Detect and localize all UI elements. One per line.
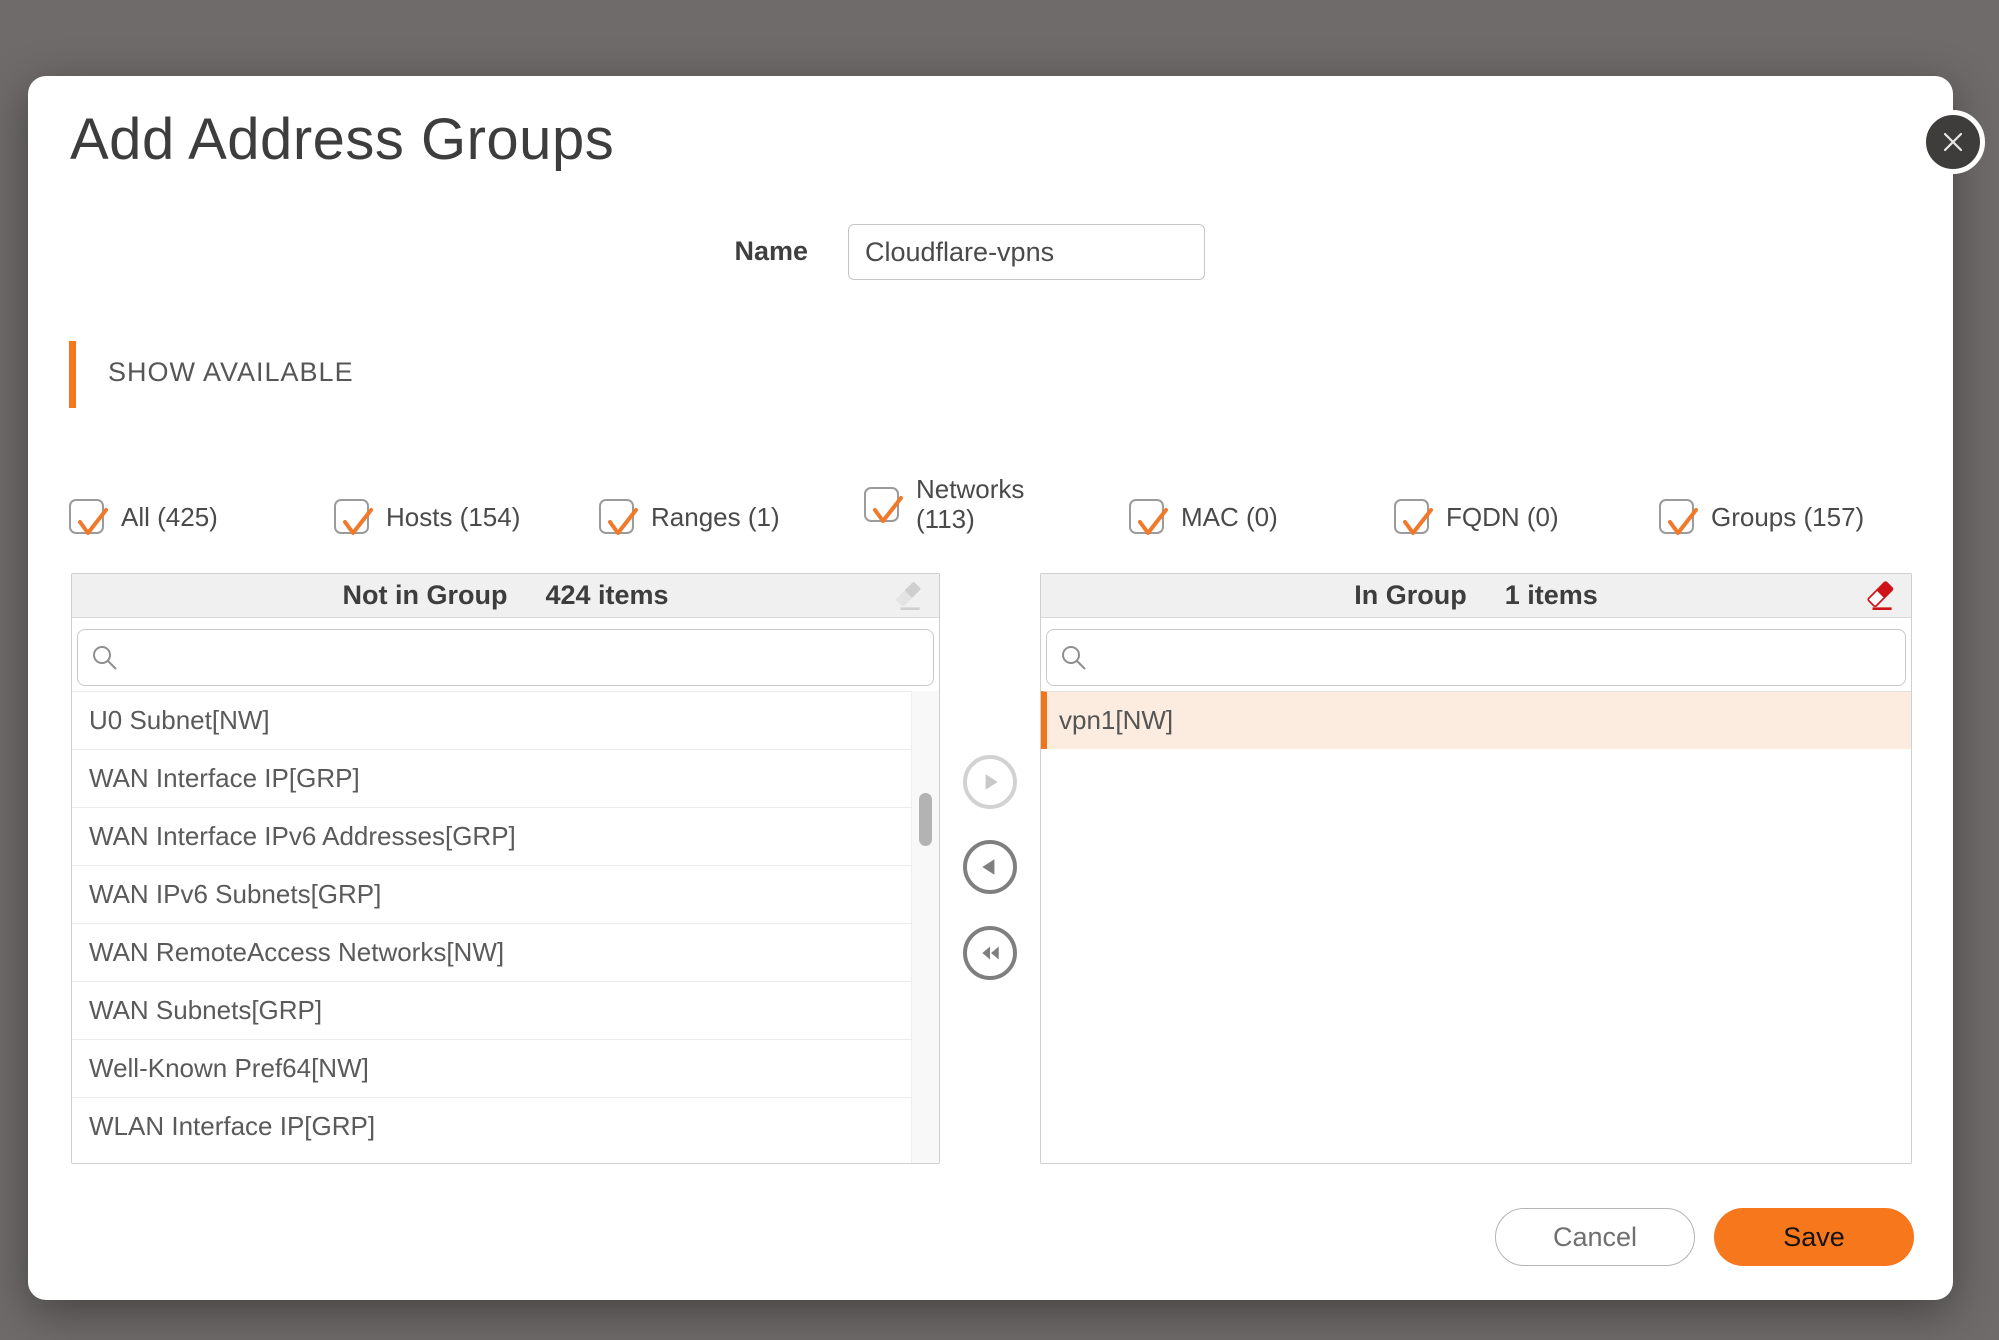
filter-label: MAC (0)	[1181, 502, 1278, 532]
add-address-groups-dialog: Add Address Groups Name SHOW AVAILABLE A…	[28, 76, 1953, 1300]
checkbox-checked-icon[interactable]	[334, 499, 369, 534]
not-in-group-search-input[interactable]	[128, 630, 933, 685]
filter-checkbox-item[interactable]: Networks (113)	[864, 474, 1129, 534]
not-in-group-header: Not in Group 424 items	[72, 574, 939, 618]
arrow-right-icon	[979, 771, 1001, 793]
list-item-selected[interactable]: vpn1[NW]	[1041, 691, 1911, 749]
in-group-list: vpn1[NW]	[1041, 691, 1911, 1163]
filter-label: FQDN (0)	[1446, 502, 1559, 532]
eraser-icon	[1863, 578, 1899, 614]
filter-label: Hosts (154)	[386, 502, 520, 532]
search-icon	[1059, 643, 1089, 673]
list-item[interactable]: WAN RemoteAccess Networks[NW]	[72, 923, 911, 981]
list-item[interactable]: WAN Interface IPv6 Addresses[GRP]	[72, 807, 911, 865]
list-item[interactable]: U0 Subnet[NW]	[72, 691, 911, 749]
filter-checkbox-item[interactable]: Ranges (1)	[599, 499, 864, 534]
list-item-label: vpn1[NW]	[1059, 705, 1173, 736]
list-item[interactable]: WAN IPv6 Subnets[GRP]	[72, 865, 911, 923]
list-item-label: WAN RemoteAccess Networks[NW]	[89, 937, 504, 968]
not-in-group-count: 424 items	[545, 580, 668, 611]
move-right-button[interactable]	[963, 755, 1017, 809]
filter-label: All (425)	[121, 502, 218, 532]
checkbox-checked-icon[interactable]	[1659, 499, 1694, 534]
filter-row: All (425) Hosts (154) Ranges (1)	[69, 458, 1924, 534]
clear-not-in-group-button[interactable]	[891, 578, 927, 614]
scrollbar-thumb[interactable]	[919, 793, 932, 846]
name-label: Name	[668, 236, 808, 267]
in-group-count: 1 items	[1505, 580, 1598, 611]
move-left-button[interactable]	[963, 840, 1017, 894]
not-in-group-title: Not in Group	[342, 580, 507, 611]
checkbox-checked-icon[interactable]	[69, 499, 104, 534]
not-in-group-search	[77, 629, 934, 686]
scrollbar-track[interactable]	[911, 691, 939, 1163]
search-icon	[90, 643, 120, 673]
close-button[interactable]	[1921, 110, 1985, 174]
not-in-group-list: U0 Subnet[NW] WAN Interface IP[GRP] WAN …	[72, 691, 911, 1163]
cancel-button[interactable]: Cancel	[1495, 1208, 1695, 1266]
section-label: SHOW AVAILABLE	[108, 357, 354, 388]
checkbox-checked-icon[interactable]	[1129, 499, 1164, 534]
checkbox-checked-icon[interactable]	[1394, 499, 1429, 534]
list-item[interactable]: WAN Interface IP[GRP]	[72, 749, 911, 807]
move-all-left-button[interactable]	[963, 926, 1017, 980]
page-title: Add Address Groups	[70, 106, 614, 173]
checkbox-checked-icon[interactable]	[599, 499, 634, 534]
list-item-label: WAN Subnets[GRP]	[89, 995, 322, 1026]
arrow-left-icon	[979, 856, 1001, 878]
checkbox-checked-icon[interactable]	[864, 487, 899, 522]
in-group-header: In Group 1 items	[1041, 574, 1911, 618]
list-item[interactable]: WLAN Interface IP[GRP]	[72, 1097, 911, 1155]
filter-checkbox-item[interactable]: All (425)	[69, 499, 334, 534]
not-in-group-panel: Not in Group 424 items	[71, 573, 940, 1164]
list-item[interactable]: WAN Subnets[GRP]	[72, 981, 911, 1039]
list-item-label: WLAN Interface IP[GRP]	[89, 1111, 375, 1142]
filter-checkbox-item[interactable]: Hosts (154)	[334, 499, 599, 534]
filter-label: Groups (157)	[1711, 502, 1864, 532]
filter-checkbox-item[interactable]: FQDN (0)	[1394, 499, 1659, 534]
list-item-label: WAN IPv6 Subnets[GRP]	[89, 879, 381, 910]
list-item-label: Well-Known Pref64[NW]	[89, 1053, 369, 1084]
section-accent-bar	[69, 341, 76, 408]
filter-label: Ranges (1)	[651, 502, 780, 532]
close-icon	[1938, 127, 1968, 157]
in-group-title: In Group	[1354, 580, 1466, 611]
filter-label: Networks (113)	[916, 474, 1082, 534]
list-item-label: WAN Interface IPv6 Addresses[GRP]	[89, 821, 516, 852]
in-group-search-input[interactable]	[1097, 630, 1905, 685]
save-button[interactable]: Save	[1714, 1208, 1914, 1266]
list-item-label: WAN Interface IP[GRP]	[89, 763, 360, 794]
list-item[interactable]: Well-Known Pref64[NW]	[72, 1039, 911, 1097]
eraser-icon	[891, 578, 927, 614]
filter-checkbox-item[interactable]: MAC (0)	[1129, 499, 1394, 534]
clear-in-group-button[interactable]	[1863, 578, 1899, 614]
double-arrow-left-icon	[978, 942, 1002, 964]
list-item-label: U0 Subnet[NW]	[89, 705, 270, 736]
in-group-search	[1046, 629, 1906, 686]
filter-checkbox-item[interactable]: Groups (157)	[1659, 499, 1924, 534]
in-group-panel: In Group 1 items	[1040, 573, 1912, 1164]
name-field[interactable]	[848, 224, 1205, 280]
